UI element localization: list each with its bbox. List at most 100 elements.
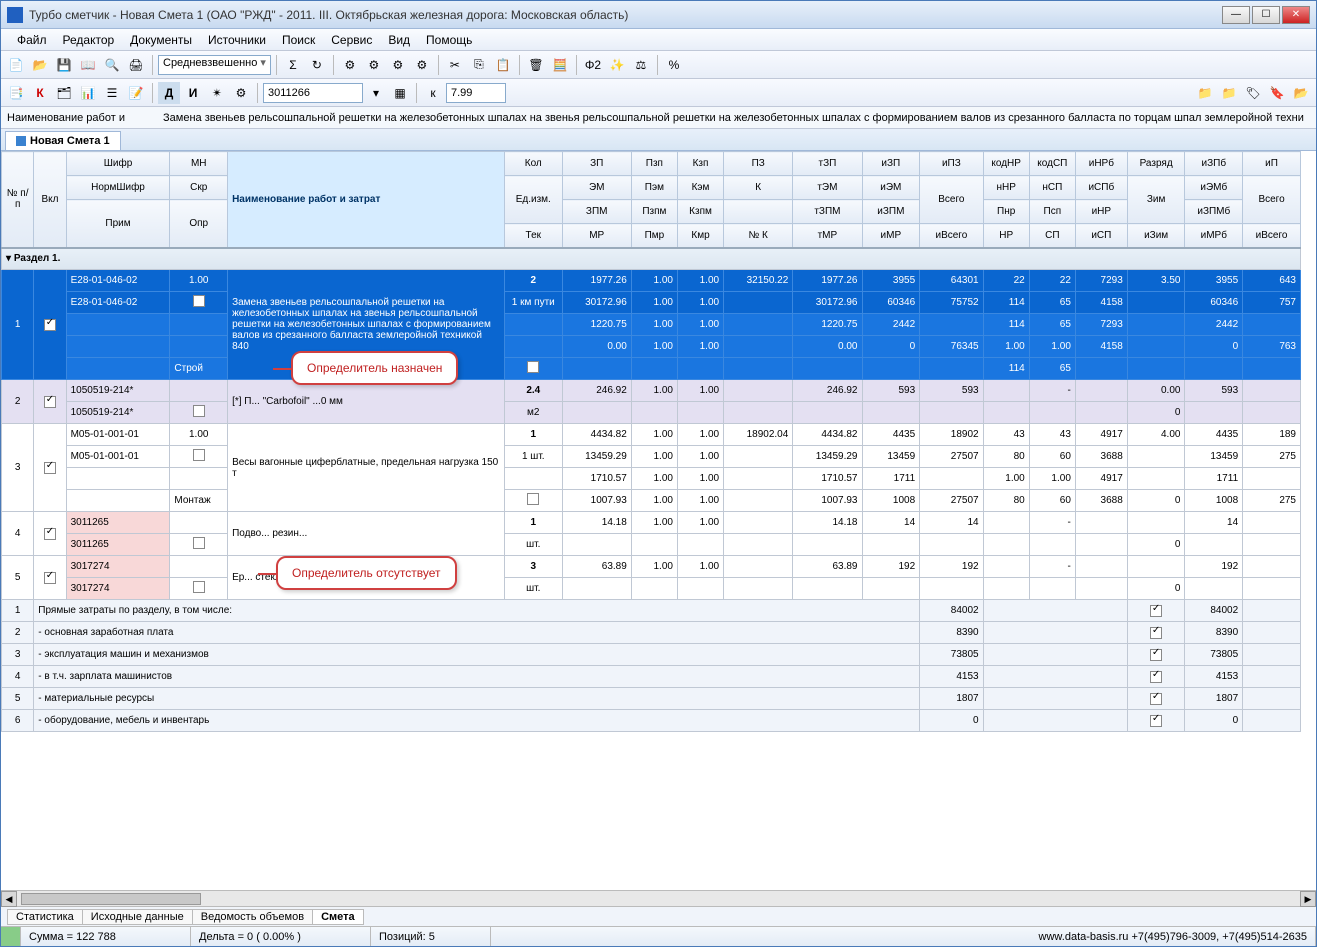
phi-icon[interactable]: Φ2 — [582, 54, 604, 76]
data-row[interactable]: М05-01-001-01 1 шт.13459.291.001.0013459… — [2, 446, 1301, 468]
totals-row[interactable]: 6 - оборудование, мебель и инвентарь 0 0 — [2, 710, 1301, 732]
t2-r5-icon[interactable]: 📂 — [1290, 82, 1312, 104]
doc-tab-icon — [16, 136, 26, 146]
totals-row[interactable]: 2 - основная заработная плата 8390 8390 — [2, 622, 1301, 644]
copy-icon[interactable]: ⎘ — [468, 54, 490, 76]
t2-icon-5[interactable]: ☰ — [101, 82, 123, 104]
save-icon[interactable]: 💾 — [53, 54, 75, 76]
doc-tab-1[interactable]: Новая Смета 1 — [5, 131, 121, 150]
hdr-kol[interactable]: Кол — [504, 152, 562, 176]
scales-icon[interactable]: ⚖ — [630, 54, 652, 76]
k-icon[interactable]: к — [422, 82, 444, 104]
status-delta: Дельта = 0 ( 0.00% ) — [191, 927, 371, 946]
book-icon[interactable]: 📖 — [77, 54, 99, 76]
code-input[interactable] — [263, 83, 363, 103]
data-row[interactable]: 1710.571.001.001710.5717111.001.00491717… — [2, 468, 1301, 490]
menu-documents[interactable]: Документы — [122, 31, 200, 49]
status-pos: Позиций: 5 — [371, 927, 491, 946]
cut-icon[interactable]: ✂ — [444, 54, 466, 76]
menu-view[interactable]: Вид — [380, 31, 418, 49]
tool-c-icon[interactable]: ⚙ — [387, 54, 409, 76]
t2-icon-6[interactable]: 📝 — [125, 82, 147, 104]
data-row[interactable]: 1220.751.001.001220.7524421146572932442 — [2, 314, 1301, 336]
tool-a-icon[interactable]: ⚙ — [339, 54, 361, 76]
btab-smeta[interactable]: Смета — [312, 909, 364, 925]
t2-k-icon[interactable]: К — [29, 82, 51, 104]
data-row[interactable]: Монтаж 1007.931.001.001007.9310082750780… — [2, 490, 1301, 512]
data-row[interactable]: 3011265 шт.0 — [2, 534, 1301, 556]
scroll-thumb[interactable] — [21, 893, 201, 905]
grid-icon[interactable]: ▦ — [389, 82, 411, 104]
data-row[interactable]: 1 E28-01-046-02 1.00 Замена звеньев рель… — [2, 270, 1301, 292]
minimize-button[interactable]: — — [1222, 6, 1250, 24]
btab-stats[interactable]: Статистика — [7, 909, 83, 925]
sum-icon[interactable]: Σ — [282, 54, 304, 76]
t2-r4-icon[interactable]: 🔖 — [1266, 82, 1288, 104]
menu-file[interactable]: Файл — [9, 31, 55, 49]
data-row[interactable]: 0.001.001.000.000763451.001.0041580763 — [2, 336, 1301, 358]
percent-icon[interactable]: % — [663, 54, 685, 76]
statusbar: Сумма = 122 788 Дельта = 0 ( 0.00% ) Поз… — [1, 926, 1316, 946]
scroll-left-icon[interactable]: ◀ — [1, 891, 17, 907]
menu-service[interactable]: Сервис — [323, 31, 380, 49]
hscroll[interactable]: ◀ ▶ — [1, 890, 1316, 906]
new-icon[interactable]: 📄 — [5, 54, 27, 76]
open-icon[interactable]: 📂 — [29, 54, 51, 76]
data-row[interactable]: E28-01-046-02 1 км пути30172.961.001.003… — [2, 292, 1301, 314]
t2-icon-1[interactable]: 📑 — [5, 82, 27, 104]
data-row[interactable]: 3 М05-01-001-01 1.00 Весы вагонные цифер… — [2, 424, 1301, 446]
calc-icon[interactable]: 🧮 — [549, 54, 571, 76]
hdr-name[interactable]: Наименование работ и затрат — [228, 152, 505, 248]
tool-d-icon[interactable]: ⚙ — [411, 54, 433, 76]
hdr-mn[interactable]: МН — [170, 152, 228, 176]
totals-row[interactable]: 4 - в т.ч. зарплата машинистов 4153 4153 — [2, 666, 1301, 688]
btab-vol[interactable]: Ведомость объемов — [192, 909, 313, 925]
close-button[interactable]: ✕ — [1282, 6, 1310, 24]
tool-b-icon[interactable]: ⚙ — [363, 54, 385, 76]
hdr-vkl[interactable]: Вкл — [34, 152, 66, 248]
scroll-right-icon[interactable]: ▶ — [1300, 891, 1316, 907]
data-row[interactable]: 3017274 шт.0 — [2, 578, 1301, 600]
price-input[interactable] — [446, 83, 506, 103]
menu-help[interactable]: Помощь — [418, 31, 480, 49]
code-dd-icon[interactable]: ▾ — [365, 82, 387, 104]
delete-icon[interactable]: 🗑 — [525, 54, 547, 76]
totals-row[interactable]: 3 - эксплуатация машин и механизмов 7380… — [2, 644, 1301, 666]
t2-d-icon[interactable]: Д — [158, 82, 180, 104]
t2-icon-4[interactable]: 📊 — [77, 82, 99, 104]
t2-icon-3[interactable]: 🗂 — [53, 82, 75, 104]
data-row[interactable]: 2 1050519-214* [*] П... "Carbofoil" ...0… — [2, 380, 1301, 402]
data-row[interactable]: Строй 11465 — [2, 358, 1301, 380]
menu-editor[interactable]: Редактор — [55, 31, 123, 49]
t2-icon-gear[interactable]: ✴ — [206, 82, 228, 104]
totals-row[interactable]: 1 Прямые затраты по разделу, в том числе… — [2, 600, 1301, 622]
refresh-icon[interactable]: ↻ — [306, 54, 328, 76]
section-header[interactable]: ▾ Раздел 1. — [2, 248, 1301, 270]
combo-weighting[interactable]: Средневзвешенно — [158, 55, 271, 75]
data-row[interactable]: 4 3011265 Подво... резин... 114.181.001.… — [2, 512, 1301, 534]
data-row[interactable]: 5 3017274 Ер... стекла и нержавеющей ста… — [2, 556, 1301, 578]
data-row[interactable]: 1050519-214* м20 — [2, 402, 1301, 424]
maximize-button[interactable]: ☐ — [1252, 6, 1280, 24]
toolbar-2: 📑 К 🗂 📊 ☰ 📝 Д И ✴ ⚙ ▾ ▦ к 📁 📁 🏷 🔖 📂 — [1, 79, 1316, 107]
totals-row[interactable]: 5 - материальные ресурсы 1807 1807 — [2, 688, 1301, 710]
print-icon[interactable]: 🖨 — [125, 54, 147, 76]
menu-sources[interactable]: Источники — [200, 31, 274, 49]
wand-icon[interactable]: ✨ — [606, 54, 628, 76]
t2-r2-icon[interactable]: 📁 — [1218, 82, 1240, 104]
doc-tabbar: Новая Смета 1 — [1, 129, 1316, 151]
menu-search[interactable]: Поиск — [274, 31, 323, 49]
t2-icon-cfg[interactable]: ⚙ — [230, 82, 252, 104]
menubar: Файл Редактор Документы Источники Поиск … — [1, 29, 1316, 51]
search-icon[interactable]: 🔍 — [101, 54, 123, 76]
btab-src[interactable]: Исходные данные — [82, 909, 193, 925]
hdr-shifr[interactable]: Шифр — [66, 152, 170, 176]
t2-r1-icon[interactable]: 📁 — [1194, 82, 1216, 104]
paste-icon[interactable]: 📋 — [492, 54, 514, 76]
t2-i-icon[interactable]: И — [182, 82, 204, 104]
info-label: Наименование работ и — [7, 112, 163, 124]
hdr-n[interactable]: № п/п — [2, 152, 34, 248]
grid-area[interactable]: № п/п Вкл Шифр МН Наименование работ и з… — [1, 151, 1316, 890]
infobar: Наименование работ и Замена звеньев рель… — [1, 107, 1316, 129]
t2-r3-icon[interactable]: 🏷 — [1242, 82, 1264, 104]
